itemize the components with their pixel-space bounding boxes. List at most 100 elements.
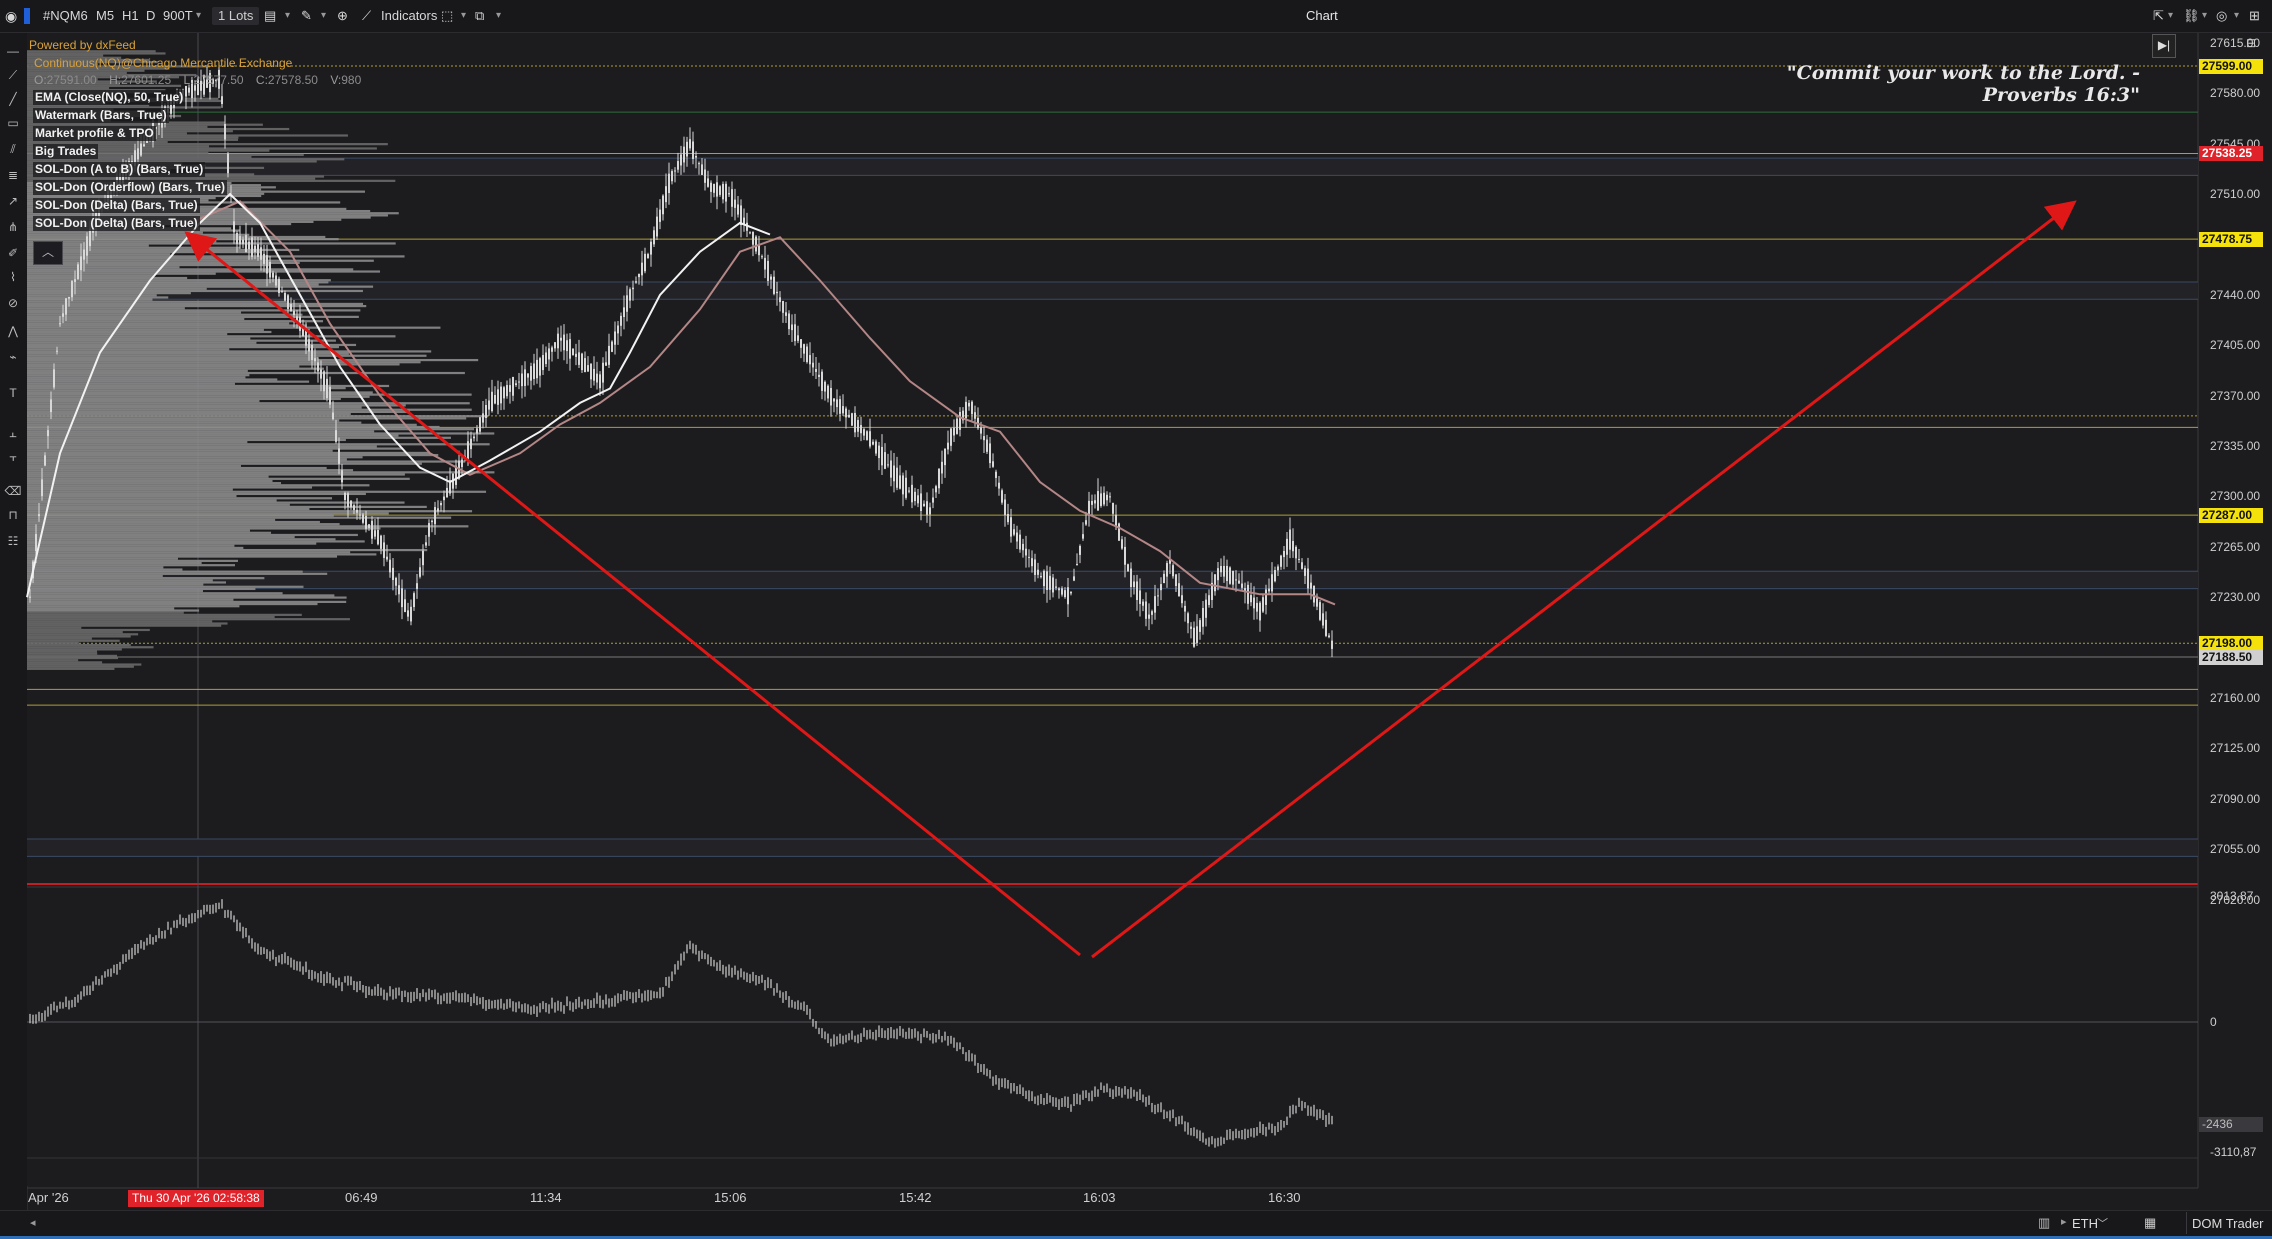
candle-body [617,325,619,334]
candle-body [908,490,910,492]
candle-body [1232,570,1234,585]
candle-body [287,295,289,309]
profile-row [27,531,272,534]
profile-row [27,231,203,234]
price-chart[interactable] [0,0,2272,1239]
candle-body [791,324,793,331]
profile-row [27,462,422,465]
calendar-icon[interactable]: ▦ [2144,1215,2156,1231]
candle-body [662,195,664,215]
scroll-to-end-button[interactable]: ▶| [2152,34,2176,58]
profile-row [27,622,228,625]
profile-row [27,488,233,491]
candle-body [845,408,847,418]
profile-row [27,555,338,558]
candle-body [1136,581,1138,600]
indicator-watermark[interactable]: Watermark (Bars, True) [33,108,169,123]
candle-body [1214,574,1216,592]
candle-body [224,124,226,140]
candle-body [557,333,559,349]
candle-body [620,315,622,326]
scroll-left-icon[interactable]: ◂ [30,1216,36,1229]
price-level-badge: 27599.00 [2199,59,2263,75]
candle-body [1262,597,1264,612]
candle-body [410,606,412,622]
collapse-indicators-button[interactable]: ︿ [33,241,63,265]
profile-row [27,643,131,647]
time-label: 16:30 [1268,1190,1301,1205]
candle-body [317,362,319,372]
profile-row [27,505,427,508]
candle-body [1286,538,1288,555]
candle-body [311,344,313,360]
indicator-market-profile[interactable]: Market profile & TPO [33,126,156,141]
candle-body [692,141,694,159]
profile-row [27,438,346,442]
candle-body [1259,602,1261,621]
candle-body [239,236,241,245]
indicator-sol-don-orderflow[interactable]: SOL-Don (Orderflow) (Bars, True) [33,180,228,195]
candle-body [614,331,616,345]
volume-band [27,571,2198,589]
candle-body [575,353,577,357]
candle-body [359,514,361,516]
candle-body [938,468,940,489]
candle-body [185,85,187,97]
profile-row [27,607,175,610]
profile-row [27,570,303,573]
candle-body [278,278,280,293]
candle-body [980,427,982,434]
profile-row [27,384,390,388]
low-value: 27577.50 [193,73,244,87]
profile-row [27,667,115,670]
candle-body [536,359,538,379]
candle-body [890,460,892,478]
chart-background [27,33,2199,1189]
profile-row [27,639,120,642]
candle-body [590,363,592,380]
candle-body [1328,635,1330,638]
profile-row [27,624,222,627]
profile-row [27,602,318,606]
profile-row [27,296,169,299]
candle-body [503,387,505,399]
profile-row [27,546,244,550]
profile-row [27,594,335,597]
candle-body [488,400,490,410]
profile-row [27,415,489,418]
session-selector[interactable]: ETH [2072,1216,2098,1231]
candle-body [269,261,271,278]
candle-body [1019,534,1021,550]
candle-body [305,330,307,346]
candle-body [1070,591,1072,594]
candle-body [188,87,190,93]
session-dropdown-icon[interactable]: ﹀ [2097,1215,2108,1231]
dom-trader-button[interactable]: DOM Trader [2192,1216,2264,1231]
profile-row [27,581,227,584]
indicator-sol-don-delta-1[interactable]: SOL-Don (Delta) (Bars, True) [33,198,200,213]
indicator-sol-don-delta-2[interactable]: SOL-Don (Delta) (Bars, True) [33,216,200,231]
candle-body [461,459,463,468]
candle-body [323,371,325,392]
candle-body [53,369,55,388]
profile-row [27,436,451,439]
indicator-sol-don-a-to-b[interactable]: SOL-Don (A to B) (Bars, True) [33,162,206,177]
candle-body [929,507,931,515]
candle-body [809,355,811,365]
candle-body [374,530,376,537]
candle-body [1316,598,1318,607]
candle-body [1223,565,1225,577]
profile-row [27,492,366,496]
candle-body [935,486,937,493]
candle-body [425,542,427,546]
panel-toggle-icon[interactable]: ▥ [2038,1215,2050,1231]
indicator-big-trades[interactable]: Big Trades [33,144,99,159]
candle-body [755,236,757,252]
candle-body [1100,493,1102,506]
indicator-ema[interactable]: EMA (Close(NQ), 50, True) [33,90,186,105]
profile-row [27,548,428,552]
scroll-right-icon[interactable]: ▸ [2061,1215,2067,1228]
profile-row [27,520,320,524]
profile-row [27,613,302,616]
candle-body [272,272,274,278]
